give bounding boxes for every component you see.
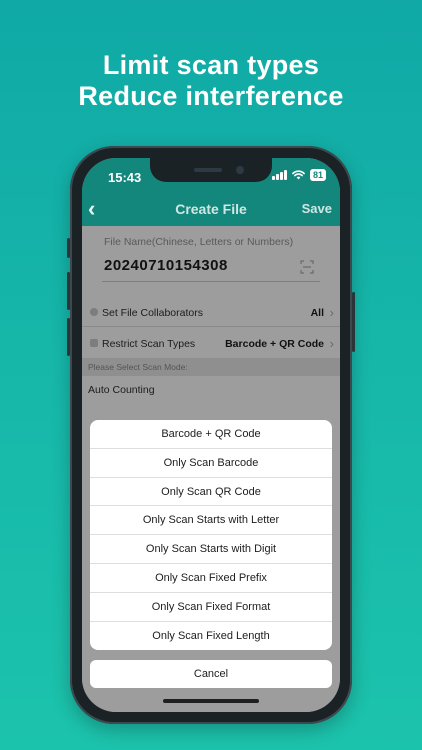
wifi-icon (292, 170, 305, 180)
restrict-scan-value: Barcode + QR Code (225, 338, 324, 350)
battery-icon: 81 (309, 169, 326, 181)
scan-type-action-sheet: Barcode + QR Code Only Scan Barcode Only… (90, 420, 332, 651)
home-indicator[interactable] (163, 699, 259, 703)
cellular-signal-icon (271, 170, 287, 180)
promo-line-1: Limit scan types (102, 50, 320, 80)
phone-mute-switch (67, 238, 70, 258)
option-fixed-format[interactable]: Only Scan Fixed Format (90, 593, 332, 622)
option-fixed-length[interactable]: Only Scan Fixed Length (90, 622, 332, 651)
status-time: 15:43 (108, 170, 142, 185)
scan-icon[interactable] (300, 260, 314, 274)
cancel-button[interactable]: Cancel (90, 660, 332, 688)
save-button[interactable]: Save (302, 201, 332, 216)
option-fixed-prefix[interactable]: Only Scan Fixed Prefix (90, 564, 332, 593)
option-starts-digit[interactable]: Only Scan Starts with Digit (90, 535, 332, 564)
auto-counting-label: Auto Counting (88, 384, 155, 396)
phone-power-button (352, 292, 355, 352)
phone-screen: 15:43 81 ‹ Create File Save File Name(Ch… (82, 158, 340, 712)
option-barcode-qr[interactable]: Barcode + QR Code (90, 420, 332, 449)
collaborators-row[interactable]: Set File Collaborators All › (82, 298, 340, 328)
chevron-right-icon: › (329, 305, 334, 320)
phone-notch (150, 158, 272, 182)
scan-mode-header: Please Select Scan Mode: (82, 358, 340, 376)
phone-frame: 15:43 81 ‹ Create File Save File Name(Ch… (67, 146, 355, 724)
file-name-underline (102, 281, 320, 282)
option-starts-letter[interactable]: Only Scan Starts with Letter (90, 506, 332, 536)
file-name-label: File Name(Chinese, Letters or Numbers) (104, 236, 294, 248)
collaborators-label: Set File Collaborators (102, 307, 203, 319)
promo-line-2: Reduce interference (78, 81, 344, 111)
option-only-qr[interactable]: Only Scan QR Code (90, 478, 332, 507)
phone-volume-up (67, 272, 70, 310)
collaborators-value: All (310, 307, 324, 319)
phone-volume-down (67, 318, 70, 356)
status-icons: 81 (271, 169, 326, 181)
collaborators-checkbox[interactable] (90, 308, 98, 316)
restrict-scan-label: Restrict Scan Types (102, 338, 196, 350)
promo-headline: Limit scan types Reduce interference (0, 50, 422, 112)
restrict-scan-row[interactable]: Restrict Scan Types Barcode + QR Code › (82, 329, 340, 359)
chevron-right-icon: › (329, 336, 334, 351)
camera-icon (236, 166, 244, 174)
file-name-input[interactable]: 20240710154308 (104, 257, 228, 274)
form-content: File Name(Chinese, Letters or Numbers) 2… (82, 226, 340, 712)
option-only-barcode[interactable]: Only Scan Barcode (90, 449, 332, 478)
restrict-scan-checkbox[interactable] (90, 339, 98, 347)
speaker-grille (194, 168, 222, 172)
row-divider (82, 326, 340, 327)
nav-bar: ‹ Create File Save (82, 192, 340, 226)
